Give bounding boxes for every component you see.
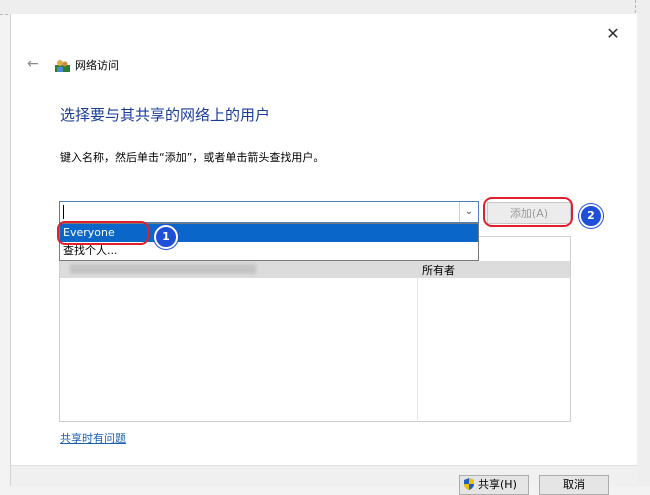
- permission-level: 所有者: [422, 264, 455, 277]
- dialog-footer: 共享(H) 取消: [11, 465, 637, 495]
- everyone-highlight: [57, 221, 149, 245]
- page-heading: 选择要与其共享的网络上的用户: [60, 106, 271, 124]
- user-permission-table[interactable]: 所有者: [59, 236, 571, 422]
- user-name-combobox[interactable]: ⌄: [59, 201, 479, 223]
- close-icon[interactable]: ✕: [603, 24, 623, 44]
- sharing-help-link[interactable]: 共享时有问题: [60, 430, 126, 446]
- share-button-label: 共享(H): [478, 478, 517, 491]
- torn-edge-top: [0, 0, 650, 15]
- share-button[interactable]: 共享(H): [459, 475, 529, 495]
- table-row[interactable]: 所有者: [60, 261, 570, 278]
- chevron-down-icon[interactable]: ⌄: [459, 202, 478, 222]
- text-cursor: [63, 205, 64, 219]
- window-title: 网络访问: [75, 59, 119, 72]
- redacted-user-name: [70, 264, 256, 274]
- back-arrow-icon[interactable]: ←: [27, 56, 39, 72]
- network-access-dialog: ✕ ← 网络访问 选择要与其共享的网络上的用户 键入名称，然后单击“添加”，或者…: [10, 14, 637, 495]
- shield-icon: [464, 478, 474, 490]
- add-button-highlight: [483, 197, 573, 227]
- network-icon: [55, 60, 70, 72]
- column-divider: [417, 261, 418, 421]
- instruction-text: 键入名称，然后单击“添加”，或者单击箭头查找用户。: [60, 151, 325, 164]
- step-badge-1: 1: [154, 225, 178, 249]
- torn-edge-right: [635, 0, 650, 486]
- cancel-button[interactable]: 取消: [539, 475, 609, 495]
- step-badge-2: 2: [579, 204, 603, 228]
